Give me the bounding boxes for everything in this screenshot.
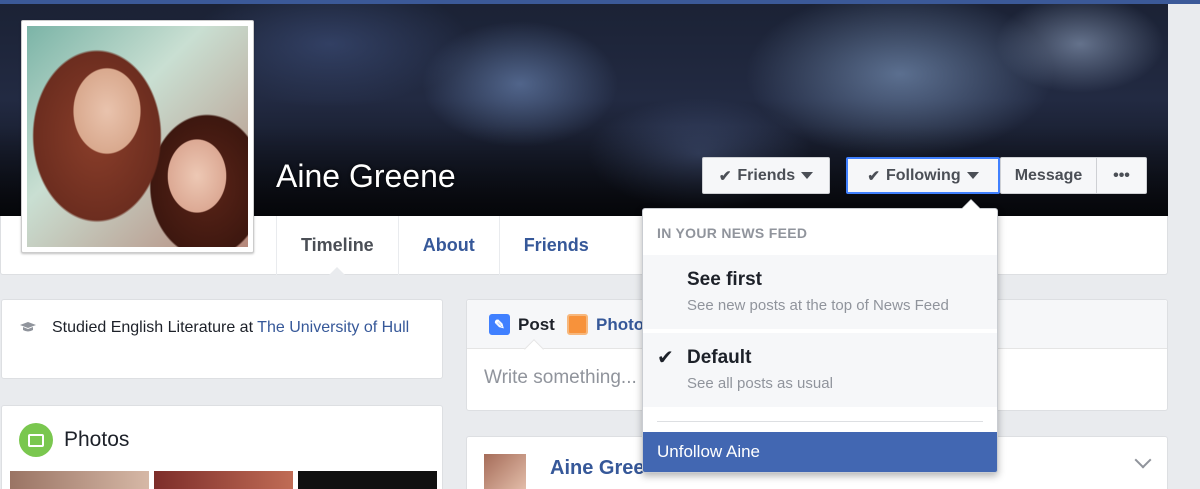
profile-tabs: Timeline About Friends bbox=[276, 216, 613, 275]
option-subtitle: See new posts at the top of News Feed bbox=[687, 297, 949, 314]
photos-title[interactable]: Photos bbox=[64, 428, 129, 452]
more-icon: ••• bbox=[1113, 166, 1130, 184]
photo-icon bbox=[567, 314, 588, 335]
more-options-button[interactable]: ••• bbox=[1097, 157, 1147, 194]
option-see-first[interactable]: See first See new posts at the top of Ne… bbox=[643, 255, 997, 329]
photos-icon bbox=[19, 423, 53, 457]
school-link[interactable]: The University of Hull bbox=[257, 319, 409, 336]
option-title: Default bbox=[687, 347, 752, 368]
education-text: Studied English Literature at The Univer… bbox=[52, 317, 422, 339]
checkmark-icon: ✔ bbox=[657, 347, 674, 369]
tab-about[interactable]: About bbox=[397, 216, 499, 275]
photo-thumbnail[interactable] bbox=[298, 471, 437, 489]
education-prefix: Studied English Literature at bbox=[52, 319, 258, 336]
profile-picture-image bbox=[27, 26, 248, 247]
message-button-label: Message bbox=[1014, 166, 1083, 184]
following-button[interactable]: ✔ Following bbox=[846, 157, 1000, 194]
friends-button[interactable]: ✔ Friends bbox=[702, 157, 830, 194]
checkmark-icon: ✔ bbox=[718, 167, 732, 185]
message-button[interactable]: Message bbox=[1000, 157, 1097, 194]
caret-down-icon bbox=[966, 172, 979, 179]
following-button-label: Following bbox=[885, 166, 961, 184]
tab-timeline[interactable]: Timeline bbox=[276, 216, 398, 275]
caret-down-icon bbox=[801, 172, 814, 179]
dropdown-divider bbox=[657, 421, 983, 422]
photos-card: Photos bbox=[1, 405, 443, 489]
post-author-name[interactable]: Aine Gree bbox=[550, 457, 644, 480]
tab-friends[interactable]: Friends bbox=[498, 216, 613, 275]
composer-tab-photo[interactable]: Photo bbox=[567, 314, 644, 335]
unfollow-button[interactable]: Unfollow Aine bbox=[643, 432, 997, 472]
option-default[interactable]: ✔ Default See all posts as usual bbox=[643, 333, 997, 407]
photo-thumbnail[interactable] bbox=[10, 471, 149, 489]
checkmark-icon: ✔ bbox=[867, 167, 880, 185]
option-subtitle: See all posts as usual bbox=[687, 375, 833, 392]
post-author-avatar[interactable] bbox=[484, 454, 526, 489]
composer-input[interactable]: Write something... bbox=[484, 367, 637, 389]
composer-tab-post[interactable]: ✎ Post bbox=[489, 314, 555, 335]
dropdown-header: IN YOUR NEWS FEED bbox=[657, 225, 808, 241]
friends-button-label: Friends bbox=[737, 166, 796, 184]
following-dropdown-menu: IN YOUR NEWS FEED See first See new post… bbox=[642, 199, 998, 473]
composer-tab-post-label: Post bbox=[518, 314, 555, 334]
chevron-down-icon[interactable] bbox=[1134, 451, 1152, 469]
option-title: See first bbox=[687, 269, 762, 290]
pencil-icon: ✎ bbox=[489, 314, 510, 335]
photo-thumbnail[interactable] bbox=[154, 471, 293, 489]
profile-picture[interactable] bbox=[21, 20, 254, 253]
composer-tab-photo-label: Photo bbox=[596, 314, 645, 334]
intro-card: Studied English Literature at The Univer… bbox=[1, 299, 443, 379]
graduation-cap-icon bbox=[20, 322, 36, 332]
profile-name[interactable]: Aine Greene bbox=[276, 158, 456, 195]
